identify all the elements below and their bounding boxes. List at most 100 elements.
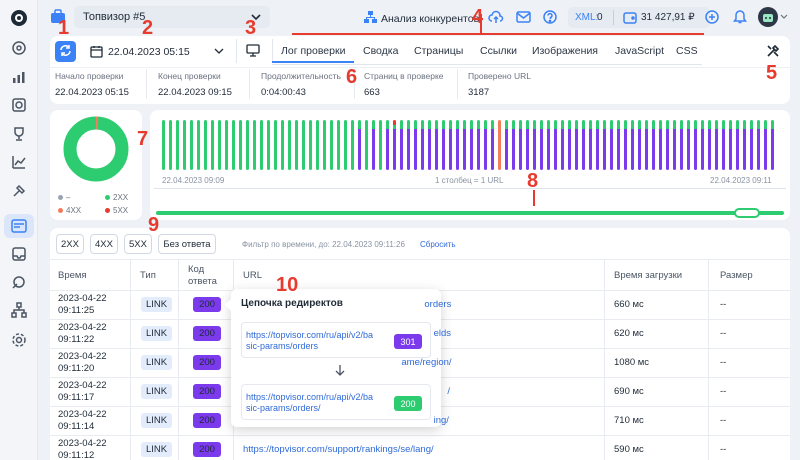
timeline-bar[interactable] xyxy=(561,120,564,170)
timeline-bar[interactable] xyxy=(764,120,767,170)
tab-pages[interactable]: Страницы xyxy=(414,45,463,57)
timeline-bar[interactable] xyxy=(442,120,445,170)
sidebar-item-trophy[interactable] xyxy=(9,124,29,144)
timeline-bar[interactable] xyxy=(638,120,641,170)
timeline-bar[interactable] xyxy=(456,120,459,170)
timeline-bar[interactable] xyxy=(323,120,326,170)
help-icon[interactable] xyxy=(543,10,557,27)
timeline-range-handle[interactable] xyxy=(734,208,760,218)
timeline-bar[interactable] xyxy=(603,120,606,170)
tab-log[interactable]: Лог проверки xyxy=(281,45,345,57)
row-url[interactable]: / xyxy=(447,386,450,397)
reset-filter-link[interactable]: Сбросить xyxy=(420,240,456,249)
timeline-bar[interactable] xyxy=(225,120,228,170)
timeline-bar[interactable] xyxy=(295,120,298,170)
tools-icon[interactable] xyxy=(766,44,780,61)
timeline-bar[interactable] xyxy=(211,120,214,170)
timeline-bar[interactable] xyxy=(589,120,592,170)
row-code-badge[interactable]: 200 xyxy=(193,355,221,370)
mail-icon[interactable] xyxy=(516,11,531,26)
avatar[interactable] xyxy=(758,7,778,27)
timeline-bar[interactable] xyxy=(253,120,256,170)
tab-css[interactable]: CSS xyxy=(676,45,698,57)
timeline-bar[interactable] xyxy=(393,120,396,170)
timeline-bar[interactable] xyxy=(715,120,718,170)
sidebar-item-satellite[interactable] xyxy=(9,272,29,292)
timeline-bar[interactable] xyxy=(302,120,305,170)
timeline-bar[interactable] xyxy=(540,120,543,170)
timeline-bar[interactable] xyxy=(372,120,375,170)
timeline-bar[interactable] xyxy=(666,120,669,170)
monitor-icon[interactable] xyxy=(246,44,260,60)
timeline-bar[interactable] xyxy=(281,120,284,170)
timeline-bar[interactable] xyxy=(659,120,662,170)
row-code-badge[interactable]: 200 xyxy=(193,297,221,312)
row-url[interactable]: elds xyxy=(434,328,451,339)
timeline-bar[interactable] xyxy=(344,120,347,170)
timeline-bar[interactable] xyxy=(631,120,634,170)
filter-no-response-button[interactable]: Без ответа xyxy=(158,234,216,254)
timeline-bar[interactable] xyxy=(519,120,522,170)
timeline-bar[interactable] xyxy=(757,120,760,170)
column-header-time[interactable]: Время xyxy=(58,270,87,281)
timeline-bar[interactable] xyxy=(743,120,746,170)
timeline-bar[interactable] xyxy=(267,120,270,170)
timeline-bar[interactable] xyxy=(330,120,333,170)
refresh-button[interactable] xyxy=(55,41,76,62)
redirect-url[interactable]: https://topvisor.com/ru/api/v2/basic-par… xyxy=(246,330,376,352)
timeline-bar[interactable] xyxy=(736,120,739,170)
row-code-badge[interactable]: 200 xyxy=(193,413,221,428)
timeline-bar[interactable] xyxy=(197,120,200,170)
row-url[interactable]: ame/region/ xyxy=(401,357,451,368)
timeline-bar[interactable] xyxy=(505,120,508,170)
sidebar-item-tools[interactable] xyxy=(9,181,29,201)
tab-javascript[interactable]: JavaScript xyxy=(615,45,664,57)
timeline-bar[interactable] xyxy=(246,120,249,170)
timeline-bar[interactable] xyxy=(428,120,431,170)
bell-icon[interactable] xyxy=(733,9,747,27)
timeline-bar[interactable] xyxy=(596,120,599,170)
timeline-bar[interactable] xyxy=(582,120,585,170)
timeline-bar[interactable] xyxy=(694,120,697,170)
timeline-bar[interactable] xyxy=(400,120,403,170)
sidebar-item-snapshots[interactable] xyxy=(9,95,29,115)
timeline-bar[interactable] xyxy=(645,120,648,170)
timeline-bar[interactable] xyxy=(218,120,221,170)
timeline-bar[interactable] xyxy=(568,120,571,170)
timeline-bar[interactable] xyxy=(680,120,683,170)
timeline-bar[interactable] xyxy=(414,120,417,170)
tab-links[interactable]: Ссылки xyxy=(480,45,517,57)
timeline-scrollbar[interactable] xyxy=(156,211,784,215)
row-code-badge[interactable]: 200 xyxy=(193,442,221,457)
row-code-badge[interactable]: 200 xyxy=(193,384,221,399)
timeline-bar[interactable] xyxy=(610,120,613,170)
row-url[interactable]: https://topvisor.com/support/rankings/se… xyxy=(243,444,434,455)
timeline-bar[interactable] xyxy=(722,120,725,170)
timeline-bar[interactable] xyxy=(386,120,389,170)
filter-4xx-button[interactable]: 4XX xyxy=(90,234,118,254)
column-header-load-time[interactable]: Время загрузки xyxy=(614,270,682,281)
timeline-bar[interactable] xyxy=(435,120,438,170)
timeline-bar[interactable] xyxy=(701,120,704,170)
timeline-bar[interactable] xyxy=(498,120,501,170)
timeline-bar[interactable] xyxy=(533,120,536,170)
row-url[interactable]: orders xyxy=(424,299,451,310)
timeline-bar[interactable] xyxy=(204,120,207,170)
sidebar-item-analytics[interactable] xyxy=(9,67,29,87)
sidebar-item-structure[interactable] xyxy=(9,300,29,320)
timeline-bar[interactable] xyxy=(260,120,263,170)
timeline-bar[interactable] xyxy=(183,120,186,170)
cloud-upload-icon[interactable] xyxy=(488,10,504,27)
timeline-bar[interactable] xyxy=(351,120,354,170)
project-select[interactable]: Топвизор #5 xyxy=(74,6,270,28)
column-header-size[interactable]: Размер xyxy=(720,270,753,281)
timeline-bar[interactable] xyxy=(463,120,466,170)
column-header-type[interactable]: Тип xyxy=(140,270,156,281)
timeline-bar[interactable] xyxy=(449,120,452,170)
logo-icon[interactable] xyxy=(9,8,29,28)
timeline-bar[interactable] xyxy=(477,120,480,170)
timeline-bar[interactable] xyxy=(484,120,487,170)
timeline-bar[interactable] xyxy=(708,120,711,170)
timeline-bar[interactable] xyxy=(575,120,578,170)
timeline-bar[interactable] xyxy=(547,120,550,170)
